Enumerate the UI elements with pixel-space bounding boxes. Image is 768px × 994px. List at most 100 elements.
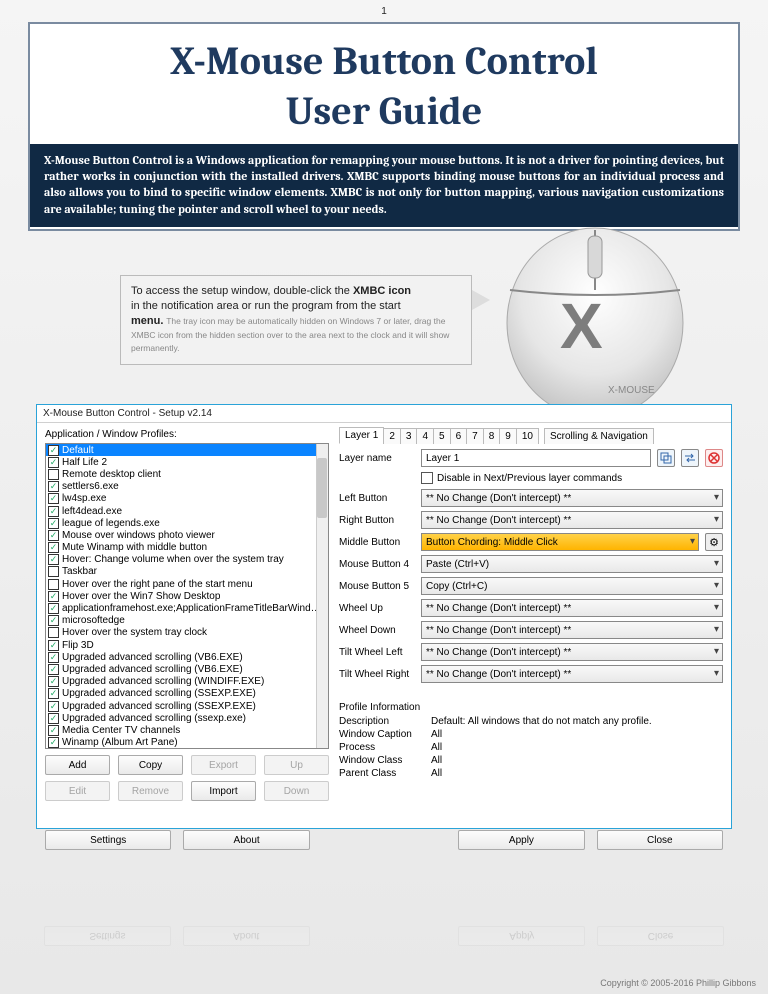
xmbc-setup-window: X-Mouse Button Control - Setup v2.14 App… bbox=[36, 404, 732, 829]
apply-button[interactable]: Apply bbox=[458, 830, 584, 850]
profile-info-value: All bbox=[431, 729, 442, 740]
profile-row[interactable]: microsoftedge bbox=[46, 615, 328, 627]
binding-dropdown[interactable]: ** No Change (Don't intercept) **▾ bbox=[421, 599, 723, 617]
chevron-down-icon: ▾ bbox=[690, 536, 695, 547]
profile-checkbox[interactable] bbox=[48, 481, 59, 492]
about-button[interactable]: About bbox=[183, 830, 309, 850]
profile-row[interactable]: Media Center TV channels bbox=[46, 724, 328, 736]
profile-row[interactable]: Upgraded advanced scrolling (SSEXP.EXE) bbox=[46, 700, 328, 712]
down-button: Down bbox=[264, 781, 329, 801]
scrollbar-thumb[interactable] bbox=[317, 458, 327, 518]
profile-checkbox[interactable] bbox=[48, 664, 59, 675]
layer-tab[interactable]: 2 bbox=[383, 428, 401, 444]
binding-dropdown[interactable]: ** No Change (Don't intercept) **▾ bbox=[421, 489, 723, 507]
binding-dropdown[interactable]: Button Chording: Middle Click▾ bbox=[421, 533, 699, 551]
layer-tab[interactable]: Layer 1 bbox=[339, 427, 384, 444]
tip-line-2: in the notification area or run the prog… bbox=[131, 300, 401, 312]
profile-checkbox[interactable] bbox=[48, 542, 59, 553]
layer-tab[interactable]: 9 bbox=[499, 428, 517, 444]
disable-layer-checkbox[interactable] bbox=[421, 472, 433, 484]
binding-dropdown[interactable]: ** No Change (Don't intercept) **▾ bbox=[421, 665, 723, 683]
chevron-down-icon: ▾ bbox=[714, 514, 719, 525]
profiles-listbox[interactable]: DefaultHalf Life 2Remote desktop clients… bbox=[45, 443, 329, 749]
profile-checkbox[interactable] bbox=[48, 713, 59, 724]
profile-checkbox[interactable] bbox=[48, 445, 59, 456]
layer-name-input[interactable] bbox=[421, 449, 651, 467]
profile-row[interactable]: Flip 3D bbox=[46, 639, 328, 651]
binding-label: Wheel Down bbox=[339, 625, 417, 636]
profile-row[interactable]: Mouse over windows photo viewer bbox=[46, 529, 328, 541]
profile-checkbox[interactable] bbox=[48, 652, 59, 663]
profile-checkbox[interactable] bbox=[48, 676, 59, 687]
swap-layer-icon[interactable] bbox=[681, 449, 699, 467]
profile-row[interactable]: Upgraded advanced scrolling (VB6.EXE) bbox=[46, 663, 328, 675]
binding-dropdown[interactable]: Paste (Ctrl+V)▾ bbox=[421, 555, 723, 573]
binding-dropdown[interactable]: ** No Change (Don't intercept) **▾ bbox=[421, 621, 723, 639]
profile-checkbox[interactable] bbox=[48, 615, 59, 626]
profile-row[interactable]: Upgraded advanced scrolling (SSEXP.EXE) bbox=[46, 688, 328, 700]
layer-tab[interactable]: 6 bbox=[450, 428, 468, 444]
profile-label: Winamp (Album Art Pane) bbox=[62, 737, 326, 748]
binding-dropdown[interactable]: ** No Change (Don't intercept) **▾ bbox=[421, 511, 723, 529]
tip-text: To access the setup window, double-click… bbox=[131, 285, 353, 297]
profile-row[interactable]: Taskbar bbox=[46, 566, 328, 578]
profile-checkbox[interactable] bbox=[48, 603, 59, 614]
profile-checkbox[interactable] bbox=[48, 725, 59, 736]
profile-row[interactable]: Mute Winamp with middle button bbox=[46, 542, 328, 554]
profile-checkbox[interactable] bbox=[48, 737, 59, 748]
profile-checkbox[interactable] bbox=[48, 457, 59, 468]
profile-row[interactable]: applicationframehost.exe;ApplicationFram… bbox=[46, 602, 328, 614]
profile-checkbox[interactable] bbox=[48, 530, 59, 541]
profile-row[interactable]: Hover over the Win7 Show Desktop bbox=[46, 590, 328, 602]
gear-icon[interactable]: ⚙ bbox=[705, 533, 723, 551]
profile-checkbox[interactable] bbox=[48, 469, 59, 480]
profile-checkbox[interactable] bbox=[48, 627, 59, 638]
layer-tab[interactable]: 7 bbox=[466, 428, 484, 444]
profile-row[interactable]: Half Life 2 bbox=[46, 456, 328, 468]
scrollbar-track[interactable] bbox=[316, 444, 328, 748]
profile-checkbox[interactable] bbox=[48, 566, 59, 577]
profile-label: Upgraded advanced scrolling (VB6.EXE) bbox=[62, 652, 326, 663]
profile-checkbox[interactable] bbox=[48, 579, 59, 590]
binding-dropdown[interactable]: ** No Change (Don't intercept) **▾ bbox=[421, 643, 723, 661]
profile-checkbox[interactable] bbox=[48, 591, 59, 602]
binding-dropdown[interactable]: Copy (Ctrl+C)▾ bbox=[421, 577, 723, 595]
close-button[interactable]: Close bbox=[597, 830, 723, 850]
layer-tab[interactable]: 4 bbox=[416, 428, 434, 444]
profile-row[interactable]: Upgraded advanced scrolling (VB6.EXE) bbox=[46, 651, 328, 663]
profile-checkbox[interactable] bbox=[48, 640, 59, 651]
profile-checkbox[interactable] bbox=[48, 506, 59, 517]
profile-row[interactable]: Hover over the right pane of the start m… bbox=[46, 578, 328, 590]
copy-button[interactable]: Copy bbox=[118, 755, 183, 775]
profile-row[interactable]: Winamp (Album Art Pane) bbox=[46, 737, 328, 749]
chevron-down-icon: ▾ bbox=[714, 624, 719, 635]
settings-button[interactable]: Settings bbox=[45, 830, 171, 850]
profile-row[interactable]: Default bbox=[46, 444, 328, 456]
profile-checkbox[interactable] bbox=[48, 493, 59, 504]
profile-row[interactable]: Upgraded advanced scrolling (ssexp.exe) bbox=[46, 712, 328, 724]
edit-button: Edit bbox=[45, 781, 110, 801]
profile-label: settlers6.exe bbox=[62, 481, 326, 492]
clear-layer-icon[interactable] bbox=[705, 449, 723, 467]
layer-tab[interactable]: 8 bbox=[483, 428, 501, 444]
profile-row[interactable]: league of legends.exe bbox=[46, 517, 328, 529]
profile-checkbox[interactable] bbox=[48, 518, 59, 529]
profile-row[interactable]: Upgraded advanced scrolling (WINDIFF.EXE… bbox=[46, 676, 328, 688]
scrolling-navigation-tab[interactable]: Scrolling & Navigation bbox=[544, 428, 654, 444]
profile-row[interactable]: Remote desktop client bbox=[46, 468, 328, 480]
profile-row[interactable]: Hover: Change volume when over the syste… bbox=[46, 554, 328, 566]
mouse-label: X-MOUSE bbox=[608, 385, 655, 396]
import-button[interactable]: Import bbox=[191, 781, 256, 801]
profile-row[interactable]: settlers6.exe bbox=[46, 481, 328, 493]
profile-row[interactable]: left4dead.exe bbox=[46, 505, 328, 517]
copy-layer-icon[interactable] bbox=[657, 449, 675, 467]
profile-row[interactable]: Hover over the system tray clock bbox=[46, 627, 328, 639]
profile-row[interactable]: lw4sp.exe bbox=[46, 493, 328, 505]
layer-tab[interactable]: 3 bbox=[400, 428, 418, 444]
add-button[interactable]: Add bbox=[45, 755, 110, 775]
profile-checkbox[interactable] bbox=[48, 554, 59, 565]
layer-tab[interactable]: 5 bbox=[433, 428, 451, 444]
profile-checkbox[interactable] bbox=[48, 688, 59, 699]
layer-tab[interactable]: 10 bbox=[516, 428, 539, 444]
profile-checkbox[interactable] bbox=[48, 701, 59, 712]
